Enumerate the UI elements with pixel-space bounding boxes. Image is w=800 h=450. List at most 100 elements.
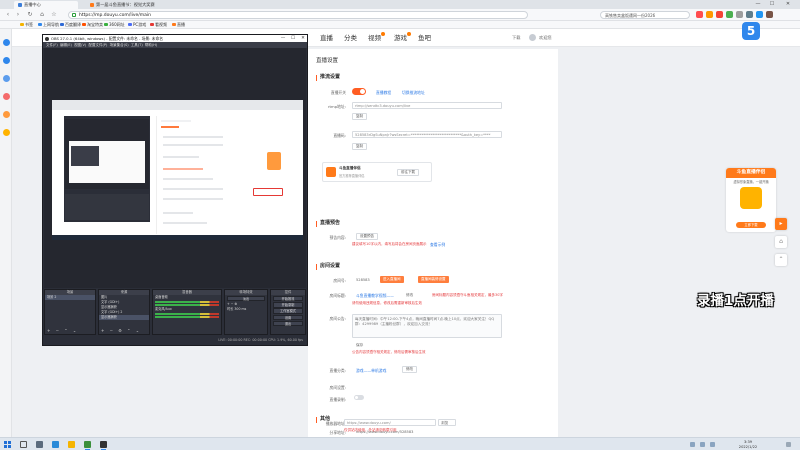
- live-record-toggle[interactable]: [354, 395, 364, 400]
- home-icon[interactable]: ⌂: [38, 11, 46, 19]
- star-icon[interactable]: ☆: [50, 11, 58, 19]
- source-item[interactable]: 显示器捕获: [99, 315, 149, 320]
- rtmp-field[interactable]: rtmp://sendtc3.douyu.com/live: [352, 102, 502, 109]
- copy-rtmp-button[interactable]: 复制: [352, 113, 367, 120]
- obs-menu-tools[interactable]: 工具(T): [131, 43, 143, 47]
- bookmark-item[interactable]: PC游戏: [128, 21, 146, 29]
- extension-icon[interactable]: [706, 11, 713, 18]
- scene-item[interactable]: 场景 2: [45, 295, 95, 300]
- obs-close-icon[interactable]: ✕: [299, 35, 307, 42]
- extension-icon[interactable]: [696, 11, 703, 18]
- obs-menu-edit[interactable]: 编辑(E): [60, 43, 72, 47]
- network-icon[interactable]: [690, 442, 695, 447]
- address-bar[interactable]: https://mp.douyu.com/live/main: [68, 11, 528, 19]
- maximize-icon[interactable]: ☐: [766, 0, 778, 9]
- file-explorer-icon[interactable]: [68, 441, 75, 448]
- player-address-field[interactable]: https://www.douyu.com/: [344, 419, 436, 426]
- volume-icon[interactable]: [700, 442, 705, 447]
- set-preview-button[interactable]: 设置预告: [356, 233, 378, 240]
- copy-stream-key-button[interactable]: 复制: [352, 143, 367, 150]
- tab-live-center[interactable]: 直播中心: [14, 1, 78, 9]
- back-icon[interactable]: ‹: [4, 11, 12, 19]
- minimize-icon[interactable]: —: [752, 0, 764, 9]
- douyu-logo-icon[interactable]: 5: [742, 22, 760, 40]
- obs-menu-file[interactable]: 文件(F): [46, 43, 58, 47]
- extension-icon[interactable]: [756, 11, 763, 18]
- nav-item-video[interactable]: 视频: [368, 32, 385, 43]
- home-icon[interactable]: ⌂: [775, 236, 787, 248]
- avatar[interactable]: [529, 34, 536, 41]
- obs-menu-help[interactable]: 帮助(H): [145, 43, 157, 47]
- side-app-icon[interactable]: [2, 75, 10, 82]
- refresh-icon[interactable]: ↻: [26, 11, 34, 19]
- switch-push-address-link[interactable]: 切换推流地址: [402, 90, 425, 96]
- change-category-button[interactable]: 修改: [402, 366, 417, 373]
- close-icon[interactable]: ✕: [782, 0, 794, 9]
- bookmark-item[interactable]: 上网导航: [38, 21, 59, 29]
- task-view-icon[interactable]: [36, 441, 43, 448]
- download-tool-button[interactable]: 前往下载: [397, 169, 419, 176]
- forward-icon[interactable]: ›: [14, 11, 22, 19]
- side-app-icon[interactable]: [2, 111, 10, 118]
- side-app-icon[interactable]: [2, 57, 10, 64]
- obs-minimize-icon[interactable]: —: [279, 35, 287, 42]
- live-tutorial-link[interactable]: 直播教程: [376, 90, 391, 96]
- ime-icon[interactable]: [710, 442, 715, 447]
- notification-icon[interactable]: [786, 442, 791, 447]
- obs-menu-view[interactable]: 视图(V): [74, 43, 86, 47]
- download-link[interactable]: 下载: [512, 34, 520, 42]
- nav-item-yuba[interactable]: 鱼吧: [418, 33, 431, 43]
- bookmark-item[interactable]: 直播: [172, 21, 185, 29]
- search-icon[interactable]: [20, 441, 27, 448]
- edge-icon[interactable]: [52, 441, 59, 448]
- bookmark-item[interactable]: 百度翻译: [60, 21, 81, 29]
- start-streaming-button[interactable]: 开始推流: [273, 295, 303, 302]
- edit-room-title-button[interactable]: 修改: [406, 293, 413, 298]
- side-app-icon[interactable]: [2, 39, 10, 46]
- bookmark-item[interactable]: 360网址: [104, 21, 125, 29]
- promo-download-button[interactable]: 立即下载: [736, 222, 766, 228]
- bookmark-item[interactable]: 看视频: [150, 21, 167, 29]
- room-decoration-button[interactable]: 直播间装修设置: [418, 276, 449, 283]
- obs-preview[interactable]: [44, 48, 306, 288]
- obs-maximize-icon[interactable]: ☐: [289, 35, 297, 42]
- settings-button[interactable]: 设置: [273, 314, 303, 321]
- extension-icon[interactable]: [736, 11, 743, 18]
- bookmark-item[interactable]: 书签: [20, 21, 33, 29]
- transition-select[interactable]: 淡出: [227, 295, 265, 302]
- extension-icon[interactable]: [746, 11, 753, 18]
- transition-duration[interactable]: 时长 300 ms: [225, 307, 267, 312]
- stream-key-field[interactable]: 528583rDgSuNpnJr?wsSecret=**************…: [352, 131, 502, 138]
- nav-item-category[interactable]: 分类: [344, 33, 357, 43]
- start-recording-button[interactable]: 开始录制: [273, 302, 303, 308]
- live-switch-toggle[interactable]: [352, 88, 366, 95]
- side-app-icon[interactable]: [2, 129, 10, 136]
- exit-button[interactable]: 退出: [273, 320, 303, 327]
- windows-start-icon[interactable]: [4, 441, 11, 448]
- room-notice-textarea[interactable]: 每天直播时间：中午12:00-下午4点，晚间直播时间7点-晚上10点，欢迎大家关…: [352, 314, 502, 338]
- nav-item-live[interactable]: 直播: [320, 33, 333, 43]
- studio-mode-button[interactable]: 工作室模式: [273, 308, 303, 314]
- browser-app-icon[interactable]: [84, 441, 91, 450]
- play-icon[interactable]: ▸: [775, 218, 787, 230]
- obs-menu-scene-collection[interactable]: 场景集合(S): [110, 43, 129, 47]
- obs-app-icon[interactable]: [100, 441, 107, 450]
- player-address-select[interactable]: 浏览: [438, 419, 456, 426]
- scenes-dock-toolbar[interactable]: + − ⌃ ⌄: [45, 328, 95, 334]
- extension-icon[interactable]: [726, 11, 733, 18]
- sources-dock-toolbar[interactable]: + − ⚙ ⌃ ⌄: [99, 328, 149, 334]
- obs-menu-profile[interactable]: 配置文件(P): [89, 43, 108, 47]
- browser-search-box[interactable]: 高铁售卖盒饭遭网一份2026: [600, 11, 690, 19]
- system-clock[interactable]: 3:39 2022/1/22: [728, 440, 768, 449]
- view-example-link[interactable]: 查看示例: [430, 242, 445, 248]
- tab-douyu-festival[interactable]: 第一届斗鱼直播节：视觉大奖赛: [86, 1, 164, 9]
- back-to-top-icon[interactable]: ⌃: [775, 254, 787, 266]
- save-notice-button[interactable]: 保存: [356, 343, 363, 348]
- nav-item-game[interactable]: 游戏: [394, 32, 411, 43]
- bookmark-item[interactable]: 淘宝特卖: [82, 21, 103, 29]
- menu-icon[interactable]: [766, 11, 773, 18]
- side-app-icon[interactable]: [2, 93, 10, 100]
- enter-room-button[interactable]: 进入直播间: [380, 276, 404, 283]
- user-greeting[interactable]: 欢迎您: [539, 34, 552, 42]
- extension-icon[interactable]: [716, 11, 723, 18]
